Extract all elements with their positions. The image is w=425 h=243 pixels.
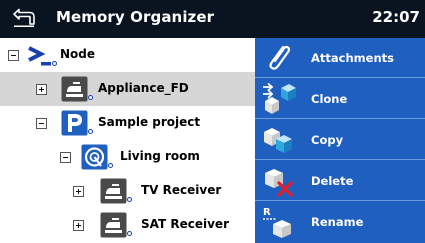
tree-row-node[interactable]: Node [0,38,255,72]
attachments-button[interactable]: Attachments [255,38,425,78]
expand-toggle[interactable] [36,84,47,95]
project-icon [61,110,88,136]
clone-button[interactable]: Clone [255,79,425,119]
tree-row-tv-receiver[interactable]: TV Receiver [0,174,255,208]
expand-toggle[interactable] [73,186,84,197]
tree-row-living-room[interactable]: Living room [0,140,255,174]
rename-label: Rename [311,215,364,229]
node-dot [108,163,113,168]
rename-icon: R [263,207,291,238]
tree-node-label: Appliance_FD [98,81,189,95]
memory-tree: Node Appliance_FD Sample project Living … [0,38,255,243]
actions-panel: Attachments Clone Copy Delete R Rename [255,38,425,243]
tree-row-appliance-fd[interactable]: Appliance_FD [0,72,255,106]
collapse-toggle[interactable] [60,152,71,163]
collapse-toggle[interactable] [8,50,19,61]
room-icon [81,144,108,170]
back-arrow-icon[interactable] [11,8,37,28]
appliance-icon [100,212,127,238]
tree-node-label: SAT Receiver [141,217,229,231]
clone-icon [263,82,296,114]
node-dot [127,231,132,236]
copy-label: Copy [311,133,344,147]
node-dot [88,95,93,100]
delete-icon [265,169,293,197]
collapse-toggle[interactable] [36,118,47,129]
attachments-label: Attachments [311,51,394,65]
expand-toggle[interactable] [73,220,84,231]
node-dot [127,197,132,202]
tree-node-label: Living room [120,149,200,163]
svg-text:R: R [263,207,271,218]
node-dot [88,129,93,134]
tree-node-label: Node [60,47,96,61]
tree-node-label: Sample project [98,115,201,129]
node-dot [52,61,57,66]
delete-label: Delete [311,174,354,188]
clone-label: Clone [311,92,348,106]
clock: 22:07 [372,8,420,26]
appliance-icon [61,76,88,102]
paperclip-icon [269,45,291,70]
rename-button[interactable]: R Rename [255,202,425,242]
delete-button[interactable]: Delete [255,161,425,201]
copy-icon [264,128,292,153]
tree-row-sat-receiver[interactable]: SAT Receiver [0,208,255,242]
title-bar: Memory Organizer 22:07 [0,0,425,38]
appliance-icon [100,178,127,204]
copy-button[interactable]: Copy [255,120,425,160]
page-title: Memory Organizer [56,8,215,26]
tree-row-sample-project[interactable]: Sample project [0,106,255,140]
node-prompt-icon [28,46,51,66]
tree-node-label: TV Receiver [141,183,222,197]
